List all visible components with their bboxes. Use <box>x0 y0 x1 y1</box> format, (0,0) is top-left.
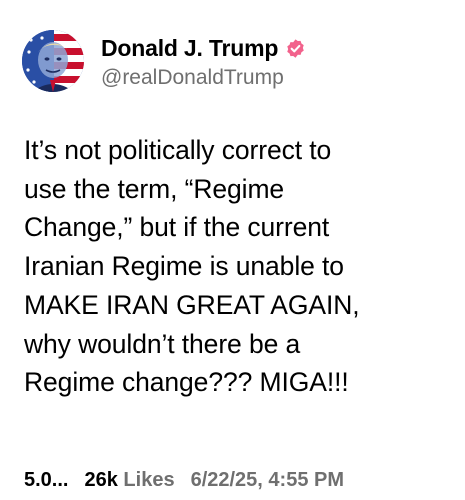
likes-stat[interactable]: 26k Likes <box>84 469 174 492</box>
avatar-image-icon <box>22 30 84 92</box>
post-stats: 5.0... 26k Likes 6/22/25, 4:55 PM <box>24 469 344 492</box>
post-body-text: It’s not politically correct to use the … <box>24 135 360 398</box>
views-count[interactable]: 5.0... <box>24 469 68 492</box>
post-header: Donald J. Trump @realDonaldTrump <box>22 30 306 92</box>
likes-count: 26k <box>84 469 118 491</box>
author-handle[interactable]: @realDonaldTrump <box>101 66 306 90</box>
post-timestamp[interactable]: 6/22/25, 4:55 PM <box>191 469 344 492</box>
author-info: Donald J. Trump @realDonaldTrump <box>101 35 306 90</box>
likes-label: Likes <box>123 469 175 491</box>
author-name-row[interactable]: Donald J. Trump <box>101 35 306 62</box>
display-name[interactable]: Donald J. Trump <box>101 35 278 62</box>
avatar[interactable] <box>22 30 84 92</box>
verified-badge-icon <box>285 38 306 59</box>
